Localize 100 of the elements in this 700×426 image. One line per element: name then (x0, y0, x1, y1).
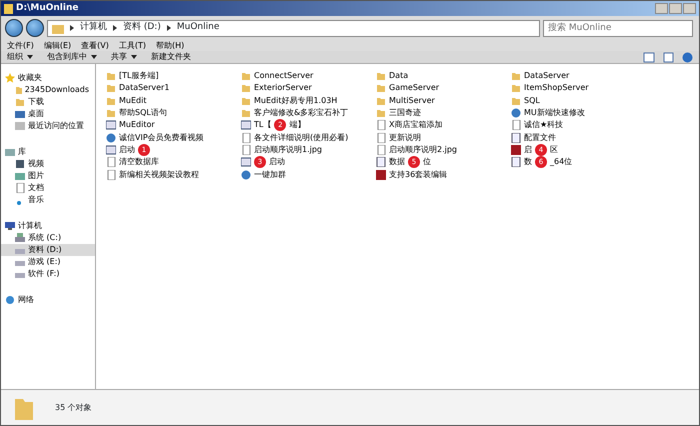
file-item[interactable]: 客户端修改&多彩宝石补丁 (241, 106, 376, 120)
window-title: D:\MuOnline (16, 2, 78, 15)
sidebar-item[interactable]: 系统 (C:) (1, 232, 95, 244)
breadcrumb[interactable]: MuOnline (176, 21, 220, 35)
file-item[interactable]: 启动顺序说明1.jpg (241, 144, 376, 156)
sidebar-item[interactable]: 最近访问的位置 (1, 120, 95, 132)
file-item[interactable]: Data (376, 70, 511, 82)
file-item[interactable]: DataServer (511, 70, 646, 82)
file-item[interactable]: 更新说明 (376, 131, 511, 144)
document-icon (241, 144, 251, 155)
toolbar-button[interactable]: 共享 (111, 51, 137, 63)
view-icon[interactable] (643, 52, 655, 62)
file-item[interactable]: ExteriorServer (241, 82, 376, 95)
folder-icon (106, 83, 116, 94)
library-icon (5, 147, 15, 157)
file-item[interactable]: ItemShopServer (511, 82, 646, 95)
back-button[interactable] (5, 19, 23, 37)
toolbar-button[interactable]: 组织 (7, 51, 33, 63)
folder-icon (511, 71, 521, 82)
folder-icon (4, 3, 13, 14)
app-icon (376, 170, 386, 180)
breadcrumb[interactable]: 计算机 (80, 21, 107, 35)
file-item[interactable]: [TL服务端] (106, 70, 241, 82)
sidebar-item[interactable]: 下载 (1, 96, 95, 108)
star-icon (5, 73, 15, 83)
chevron-icon (166, 25, 171, 31)
forward-button[interactable] (26, 19, 44, 37)
sidebar-item[interactable]: 文档 (1, 182, 95, 194)
folder-icon (52, 22, 64, 34)
help-icon[interactable] (682, 52, 693, 62)
file-item[interactable]: 一键加群 (241, 168, 376, 181)
menu-item[interactable]: 查看(V) (81, 40, 109, 52)
file-item[interactable]: 启动顺序说明2.jpg (376, 144, 511, 156)
caret-icon (131, 55, 137, 59)
sidebar-item[interactable]: 软件 (F:) (1, 268, 95, 280)
program-icon (241, 120, 251, 130)
folder-icon (511, 83, 521, 94)
file-item[interactable]: GameServer (376, 82, 511, 95)
app-icon (511, 144, 521, 155)
file-item[interactable]: ConnectServer (241, 70, 376, 82)
file-item[interactable]: 清空数据库 (106, 156, 241, 168)
document-icon (15, 183, 25, 193)
sidebar-item[interactable]: 图片 (1, 170, 95, 182)
search-field[interactable]: 搜索 MuOnline (543, 20, 693, 36)
file-item[interactable]: MuEdit好易专用1.03H (241, 94, 376, 107)
toolbar-button[interactable]: 新建文件夹 (151, 51, 191, 63)
file-item[interactable]: 诚信VIP会员免费看视频 (106, 131, 241, 144)
chevron-icon (70, 25, 74, 31)
menu-item[interactable]: 编辑(E) (44, 40, 72, 52)
drive-icon (15, 233, 25, 243)
file-item[interactable]: 三国奇迹 (376, 106, 511, 120)
sidebar-item[interactable]: 游戏 (E:) (1, 256, 95, 268)
file-item[interactable]: X商店宝箱添加 (376, 119, 511, 132)
video-icon (15, 159, 25, 169)
folder-icon (376, 83, 386, 94)
toolbar-button[interactable]: 包含到库中 (47, 51, 97, 63)
sidebar-item[interactable]: 桌面 (1, 108, 95, 120)
close-button[interactable] (683, 3, 696, 14)
sidebar-heading[interactable]: 库 (1, 146, 95, 158)
folder-icon (241, 108, 251, 118)
file-item[interactable]: 配置文件 (511, 131, 646, 144)
file-item[interactable]: SQL (511, 94, 646, 107)
address-bar[interactable]: 计算机 资料 (D:) MuOnline (47, 20, 540, 36)
file-item[interactable]: 各文件详细说明(使用必看) (241, 131, 376, 144)
item-count: 35 个对象 (55, 402, 92, 414)
sidebar-heading[interactable]: 收藏夹 (1, 72, 95, 84)
sidebar-item[interactable]: 视频 (1, 158, 95, 170)
chevron-icon (113, 25, 117, 31)
sidebar-item[interactable]: 2345Downloads (1, 84, 95, 96)
sidebar-heading[interactable]: 网络 (1, 294, 95, 306)
document-icon (511, 120, 521, 130)
file-item[interactable]: MU新端快速修改 (511, 106, 646, 120)
menu-item[interactable]: 帮助(H) (156, 40, 184, 52)
program-icon (106, 120, 116, 130)
document-icon (106, 157, 116, 168)
menu-item[interactable]: 工具(T) (118, 40, 146, 52)
program-icon (241, 157, 251, 168)
sidebar-heading[interactable]: 计算机 (1, 220, 95, 232)
file-icon (376, 157, 386, 168)
pane-icon[interactable] (663, 52, 674, 62)
folder-icon (241, 96, 251, 106)
file-item[interactable]: 诚信★科技 (511, 119, 646, 132)
file-item[interactable]: MuEdit (106, 94, 241, 107)
file-item[interactable]: 新编相关视频架设教程 (106, 168, 241, 181)
folder-icon (106, 71, 116, 82)
breadcrumb[interactable]: 资料 (D:) (123, 21, 161, 35)
folder-icon (106, 108, 116, 118)
sidebar-item[interactable]: 资料 (D:) (1, 244, 95, 256)
file-item[interactable]: 支持36套装编辑 (376, 168, 511, 181)
file-item[interactable]: DataServer1 (106, 82, 241, 95)
folder-icon (511, 96, 521, 106)
minimize-button[interactable] (655, 3, 668, 14)
file-item[interactable]: MuEditor (106, 119, 241, 132)
file-item[interactable]: 帮助SQL语句 (106, 106, 241, 120)
file-item[interactable]: MultiServer (376, 94, 511, 107)
caret-icon (91, 55, 97, 59)
maximize-button[interactable] (669, 3, 682, 14)
sidebar-item[interactable]: 音乐 (1, 194, 95, 206)
desktop-icon (15, 109, 25, 119)
menu-item[interactable]: 文件(F) (7, 40, 34, 52)
